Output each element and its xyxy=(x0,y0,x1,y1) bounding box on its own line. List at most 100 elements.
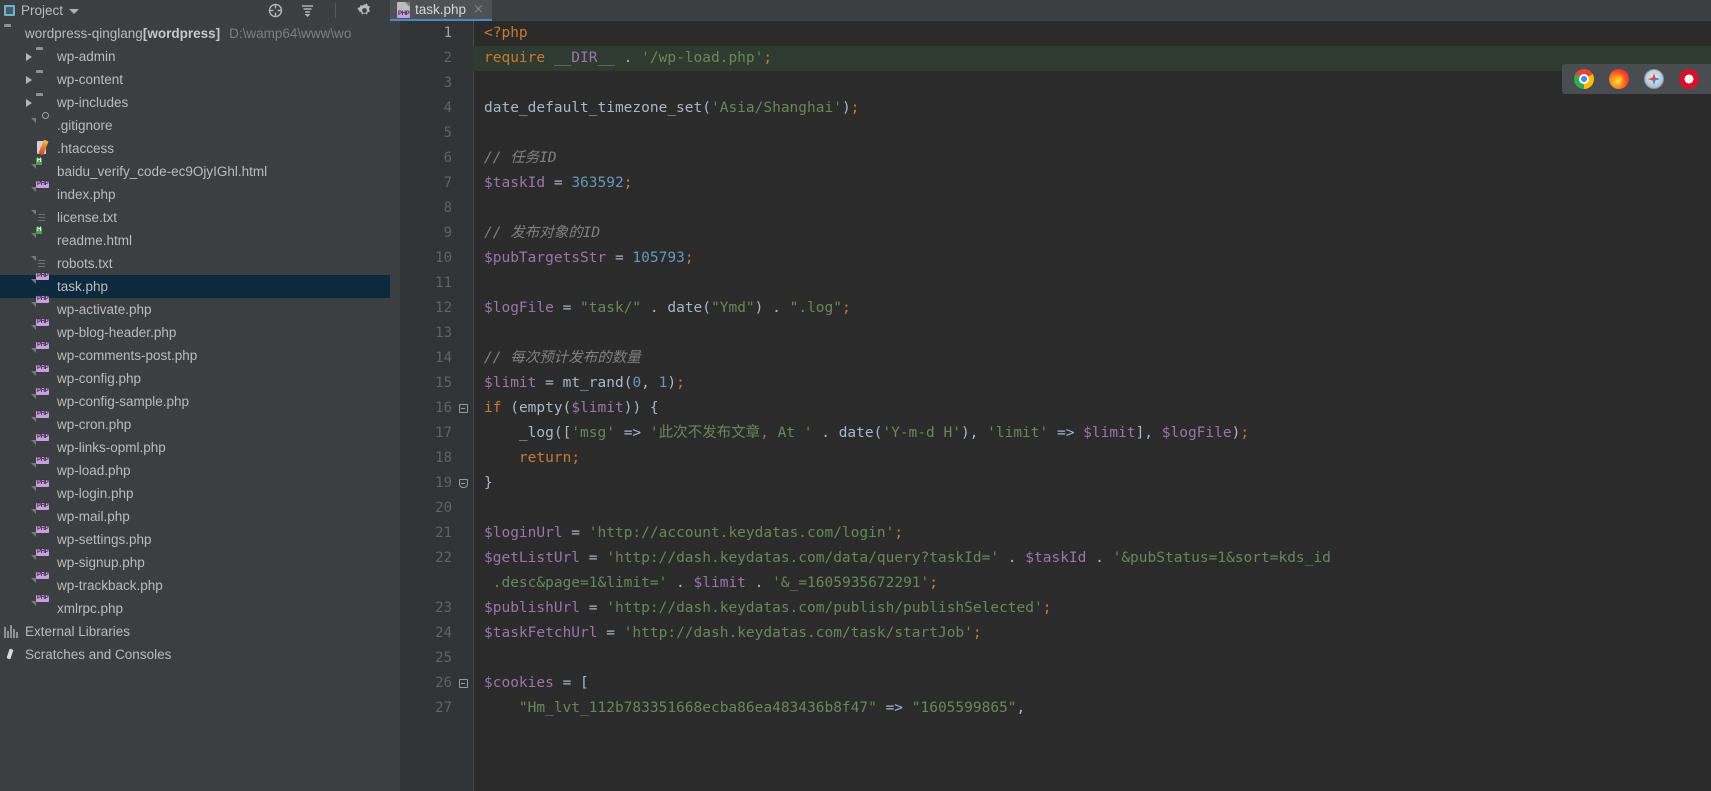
safari-icon[interactable] xyxy=(1644,69,1664,89)
project-tool-window-button[interactable]: Project xyxy=(0,3,262,18)
fold-slot xyxy=(456,271,470,296)
tree-item--htaccess[interactable]: .htaccess xyxy=(0,137,390,160)
firefox-icon[interactable] xyxy=(1609,69,1629,89)
locate-icon[interactable] xyxy=(266,2,284,20)
code-line[interactable]: <?php xyxy=(473,21,1711,46)
project-tree[interactable]: wordpress-qinglang [wordpress] D:\wamp64\… xyxy=(0,21,390,791)
code-line[interactable]: } xyxy=(473,471,1711,496)
code-line[interactable]: $logFile = "task/" . date("Ymd") . ".log… xyxy=(473,296,1711,321)
tree-item-external-libraries[interactable]: External Libraries xyxy=(0,620,390,643)
code-line[interactable]: $taskId = 363592; xyxy=(473,171,1711,196)
code-line[interactable]: $getListUrl = 'http://dash.keydatas.com/… xyxy=(473,546,1711,571)
text-file-icon xyxy=(36,210,52,226)
collapse-all-icon[interactable] xyxy=(298,2,316,20)
code-token: "Hm_lvt_112b783351668ecba86ea483436b8f47… xyxy=(518,700,877,716)
tree-item-wordpress-qinglang[interactable]: wordpress-qinglang [wordpress] D:\wamp64\… xyxy=(0,22,390,45)
code-line[interactable]: date_default_timezone_set('Asia/Shanghai… xyxy=(473,96,1711,121)
code-line[interactable] xyxy=(473,496,1711,521)
fold-toggle-icon[interactable] xyxy=(456,396,470,421)
tree-item-label: wp-config-sample.php xyxy=(57,394,190,409)
code-line[interactable] xyxy=(473,71,1711,96)
tree-item-wp-admin[interactable]: wp-admin xyxy=(0,45,390,68)
code-line[interactable] xyxy=(473,646,1711,671)
tab-task-php[interactable]: PHP task.php × xyxy=(390,0,492,21)
code-content[interactable]: <?php require __DIR__ . '/wp-load.php'; da… xyxy=(473,21,1711,791)
tree-item-wp-config-php[interactable]: PHP wp-config.php xyxy=(0,364,390,390)
close-icon[interactable]: × xyxy=(473,2,484,17)
tree-item-label: wp-login.php xyxy=(57,486,134,501)
tree-item-task-php[interactable]: PHP task.php xyxy=(0,272,390,298)
code-editor[interactable]: 1 2 3 4 5 6 7 8 9 10 11 12 13 14 15 16 17 18 19 20 21 22 23 24 2… xyxy=(390,21,1711,791)
code-line[interactable]: // 发布对象的ID xyxy=(473,221,1711,246)
code-line[interactable]: require __DIR__ . '/wp-load.php'; xyxy=(473,46,1711,71)
code-line[interactable]: return; xyxy=(473,446,1711,471)
code-line[interactable]: $taskFetchUrl = 'http://dash.keydatas.co… xyxy=(473,621,1711,646)
tree-item-label: wp-trackback.php xyxy=(57,578,163,593)
code-token: = xyxy=(606,250,633,266)
tree-item-wp-trackback-php[interactable]: PHP wp-trackback.php xyxy=(0,571,390,597)
expand-arrow-icon[interactable] xyxy=(23,50,36,63)
tree-item-wp-links-opml-php[interactable]: PHP wp-links-opml.php xyxy=(0,433,390,459)
gear-icon[interactable] xyxy=(355,2,373,20)
editor-gutter[interactable]: 1 2 3 4 5 6 7 8 9 10 11 12 13 14 15 16 17 18 19 20 21 22 23 24 2… xyxy=(390,21,473,791)
chrome-icon[interactable] xyxy=(1574,69,1594,89)
tree-item-scratches-and-consoles[interactable]: Scratches and Consoles xyxy=(0,643,390,666)
code-line[interactable]: _log(['msg' => '此次不发布文章, At ' . date('Y-… xyxy=(473,421,1711,446)
code-line[interactable]: $pubTargetsStr = 105793; xyxy=(473,246,1711,271)
code-line[interactable]: $limit = mt_rand(0, 1); xyxy=(473,371,1711,396)
tree-item-wp-settings-php[interactable]: PHP wp-settings.php xyxy=(0,525,390,551)
fold-icon[interactable] xyxy=(458,479,468,488)
line-number: 1 xyxy=(443,25,452,41)
tree-item-xmlrpc-php[interactable]: PHP xmlrpc.php xyxy=(0,594,390,620)
tree-item--gitignore[interactable]: .gitignore xyxy=(0,111,390,137)
code-line[interactable]: $publishUrl = 'http://dash.keydatas.com/… xyxy=(473,596,1711,621)
opera-icon[interactable] xyxy=(1679,69,1699,89)
code-token: $pubTargetsStr xyxy=(484,250,607,266)
line-number: 6 xyxy=(443,150,452,166)
code-token: .desc&page=1&limit=' xyxy=(484,575,668,591)
fold-toggle-icon[interactable] xyxy=(456,471,470,496)
fold-icon[interactable] xyxy=(458,679,468,688)
tree-item-wp-signup-php[interactable]: PHP wp-signup.php xyxy=(0,548,390,574)
tree-item-wp-content[interactable]: wp-content xyxy=(0,68,390,91)
tree-item-wp-blog-header-php[interactable]: PHP wp-blog-header.php xyxy=(0,318,390,344)
tree-item-wp-cron-php[interactable]: PHP wp-cron.php xyxy=(0,410,390,436)
tree-item-wp-includes[interactable]: wp-includes xyxy=(0,91,390,114)
code-token: . xyxy=(667,575,694,591)
tree-item-wp-config-sample-php[interactable]: PHP wp-config-sample.php xyxy=(0,387,390,413)
code-token: $getListUrl xyxy=(484,550,581,566)
code-token: ( xyxy=(702,300,712,316)
browser-preview-toolbar[interactable] xyxy=(1562,64,1711,94)
tree-item-robots-txt[interactable]: robots.txt xyxy=(0,252,390,275)
tree-item-wp-mail-php[interactable]: PHP wp-mail.php xyxy=(0,502,390,528)
expand-arrow-icon[interactable] xyxy=(23,73,36,86)
fold-toggle-icon[interactable] xyxy=(456,671,470,696)
tree-item-index-php[interactable]: PHP index.php xyxy=(0,180,390,206)
tree-item-wp-activate-php[interactable]: PHP wp-activate.php xyxy=(0,295,390,321)
code-line[interactable]: // 每次预计发布的数量 xyxy=(473,346,1711,371)
tree-item-baidu-verify-code-ec9ojyighl-html[interactable]: Hbaidu_verify_code-ec9OjyIGhl.html xyxy=(0,157,390,183)
code-token: 'http://account.keydatas.com/login' xyxy=(588,525,895,541)
chevron-down-icon[interactable] xyxy=(69,9,80,14)
tree-item-wp-load-php[interactable]: PHP wp-load.php xyxy=(0,456,390,482)
fold-icon[interactable] xyxy=(458,404,468,413)
code-line[interactable]: "Hm_lvt_112b783351668ecba86ea483436b8f47… xyxy=(473,696,1711,721)
expand-arrow-icon[interactable] xyxy=(23,96,36,109)
code-line[interactable]: $cookies = [ xyxy=(473,671,1711,696)
fold-slot xyxy=(456,646,470,671)
code-line[interactable] xyxy=(473,121,1711,146)
code-line[interactable] xyxy=(473,321,1711,346)
code-token: $publishUrl xyxy=(484,600,581,616)
code-line[interactable]: // 任务ID xyxy=(473,146,1711,171)
fold-markers[interactable] xyxy=(456,21,470,721)
code-line[interactable] xyxy=(473,196,1711,221)
tree-item-license-txt[interactable]: license.txt xyxy=(0,206,390,229)
code-line[interactable]: .desc&page=1&limit=' . $limit . '&_=1605… xyxy=(473,571,1711,596)
tree-item-readme-html[interactable]: Hreadme.html xyxy=(0,226,390,252)
code-line[interactable]: $loginUrl = 'http://account.keydatas.com… xyxy=(473,521,1711,546)
code-token: ; xyxy=(1240,425,1250,441)
tree-item-wp-login-php[interactable]: PHP wp-login.php xyxy=(0,479,390,505)
tree-item-wp-comments-post-php[interactable]: PHP wp-comments-post.php xyxy=(0,341,390,367)
code-line[interactable]: if (empty($limit)) { xyxy=(473,396,1711,421)
code-line[interactable] xyxy=(473,271,1711,296)
